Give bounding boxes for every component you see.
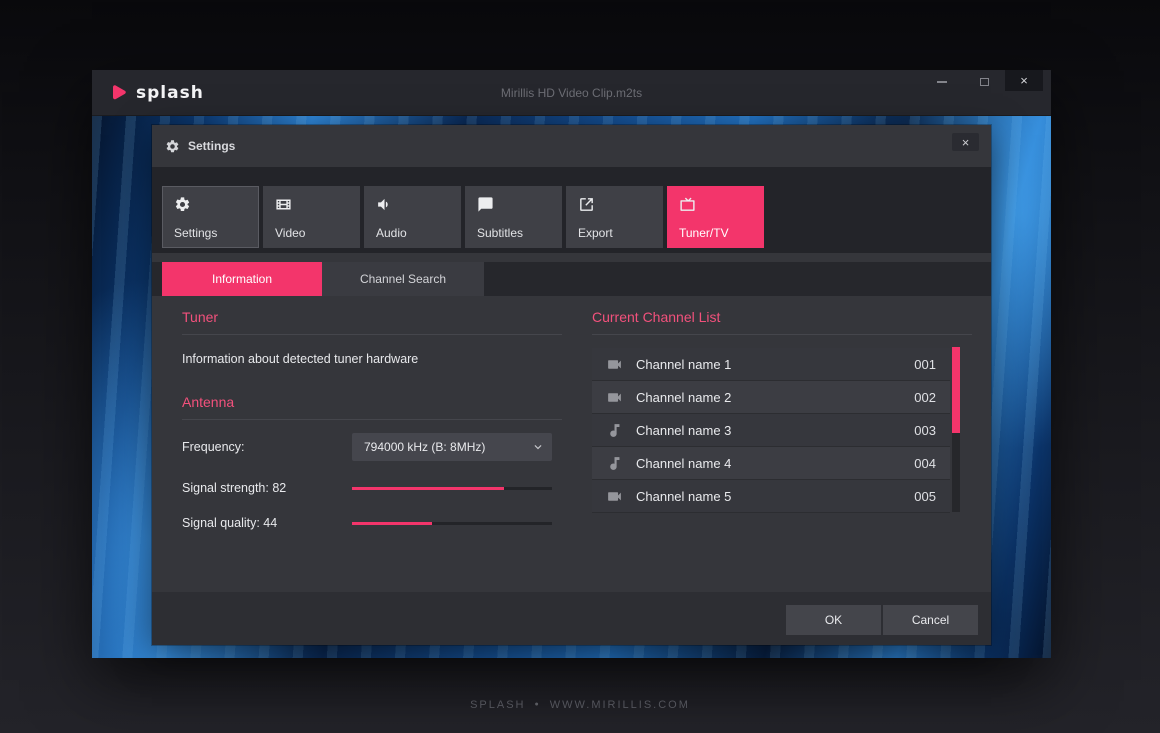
tab-settings[interactable]: Settings [162, 186, 259, 248]
frequency-value: 794000 kHz (B: 8MHz) [364, 440, 485, 454]
antenna-section-heading: Antenna [182, 394, 562, 420]
channel-row[interactable]: Channel name 5 005 [592, 480, 950, 513]
dialog-footer: OK Cancel [152, 592, 991, 645]
signal-quality-row: Signal quality: 44 [182, 516, 552, 530]
tab-information[interactable]: Information [162, 262, 322, 296]
channel-name: Channel name 3 [636, 423, 914, 438]
channel-number: 002 [914, 390, 936, 405]
video-camera-icon [606, 488, 623, 505]
tab-subtitles[interactable]: Subtitles [465, 186, 562, 248]
desktop-background: splash Mirillis HD Video Clip.m2ts × Set… [0, 0, 1160, 733]
settings-category-tabs: Settings Video Audio [152, 167, 991, 253]
tv-icon [679, 196, 696, 213]
ok-button[interactable]: OK [786, 605, 881, 635]
tuner-column: Tuner Information about detected tuner h… [182, 296, 562, 530]
gear-icon [174, 196, 191, 213]
channel-name: Channel name 1 [636, 357, 914, 372]
footer-brand: SPLASH [470, 699, 525, 711]
channel-number: 004 [914, 456, 936, 471]
channel-number: 005 [914, 489, 936, 504]
speaker-icon [376, 196, 393, 213]
channel-list-scrollbar[interactable] [952, 347, 960, 512]
channel-name: Channel name 2 [636, 390, 914, 405]
frequency-select[interactable]: 794000 kHz (B: 8MHz) [352, 433, 552, 461]
channel-name: Channel name 5 [636, 489, 914, 504]
signal-strength-label: Signal strength: 82 [182, 481, 352, 495]
channel-list: Channel name 1 001 Channel name 2 002 [592, 348, 950, 513]
dialog-title: Settings [188, 139, 235, 153]
window-controls: × [921, 70, 1043, 94]
subtab-gap [152, 253, 991, 262]
splash-player-window: splash Mirillis HD Video Clip.m2ts × Set… [92, 70, 1051, 658]
channel-number: 003 [914, 423, 936, 438]
tab-label: Tuner/TV [679, 226, 729, 240]
tab-label: Settings [174, 226, 217, 240]
video-camera-icon [606, 389, 623, 406]
signal-quality-fill [352, 522, 432, 525]
minimize-button[interactable] [921, 70, 963, 94]
tuner-section-heading: Tuner [182, 309, 562, 335]
tab-audio[interactable]: Audio [364, 186, 461, 248]
footer-site: WWW.MIRILLIS.COM [550, 699, 690, 711]
scrollbar-thumb[interactable] [952, 347, 960, 433]
dialog-buttons: OK Cancel [786, 605, 978, 635]
tab-video[interactable]: Video [263, 186, 360, 248]
channel-number: 001 [914, 357, 936, 372]
tab-channel-search[interactable]: Channel Search [322, 262, 484, 296]
tab-export[interactable]: Export [566, 186, 663, 248]
music-note-icon [606, 422, 623, 439]
signal-strength-fill [352, 487, 504, 490]
tab-label: Export [578, 226, 613, 240]
signal-strength-row: Signal strength: 82 [182, 481, 552, 495]
splash-play-icon [108, 83, 128, 103]
channel-row[interactable]: Channel name 4 004 [592, 447, 950, 480]
tab-label: Audio [376, 226, 407, 240]
window-title: Mirillis HD Video Clip.m2ts [92, 86, 1051, 100]
channel-row[interactable]: Channel name 1 001 [592, 348, 950, 381]
music-note-icon [606, 455, 623, 472]
channel-row[interactable]: Channel name 2 002 [592, 381, 950, 414]
tab-label: Subtitles [477, 226, 523, 240]
tab-label: Video [275, 226, 305, 240]
minimize-icon [937, 81, 947, 83]
channel-list-column: Current Channel List Channel name 1 001 [592, 296, 972, 513]
chevron-down-icon [531, 440, 545, 454]
video-camera-icon [606, 356, 623, 373]
tuner-information-panel: Tuner Information about detected tuner h… [152, 296, 991, 592]
signal-strength-bar [352, 487, 552, 490]
logo-text: splash [136, 83, 204, 103]
subtab-row: Information Channel Search [152, 262, 991, 296]
dialog-header: Settings × [152, 125, 991, 167]
footer-branding: SPLASH ● WWW.MIRILLIS.COM [0, 699, 1160, 711]
tuner-description: Information about detected tuner hardwar… [182, 352, 562, 366]
dialog-close-button[interactable]: × [952, 133, 979, 151]
frequency-label: Frequency: [182, 440, 352, 454]
signal-quality-label: Signal quality: 44 [182, 516, 352, 530]
window-titlebar: splash Mirillis HD Video Clip.m2ts × [92, 70, 1051, 116]
splash-logo: splash [108, 83, 204, 103]
settings-dialog: Settings × Settings Video [152, 125, 991, 645]
signal-quality-bar [352, 522, 552, 525]
channel-name: Channel name 4 [636, 456, 914, 471]
channel-list-heading: Current Channel List [592, 309, 972, 335]
tab-tuner-tv[interactable]: Tuner/TV [667, 186, 764, 248]
channel-row[interactable]: Channel name 3 003 [592, 414, 950, 447]
maximize-button[interactable] [963, 70, 1005, 94]
speech-bubble-icon [477, 196, 494, 213]
maximize-icon [980, 78, 989, 86]
window-close-button[interactable]: × [1005, 70, 1043, 91]
film-icon [275, 196, 292, 213]
export-icon [578, 196, 595, 213]
gear-icon [165, 139, 180, 154]
frequency-row: Frequency: 794000 kHz (B: 8MHz) [182, 433, 552, 461]
cancel-button[interactable]: Cancel [883, 605, 978, 635]
footer-separator-icon: ● [535, 701, 541, 708]
